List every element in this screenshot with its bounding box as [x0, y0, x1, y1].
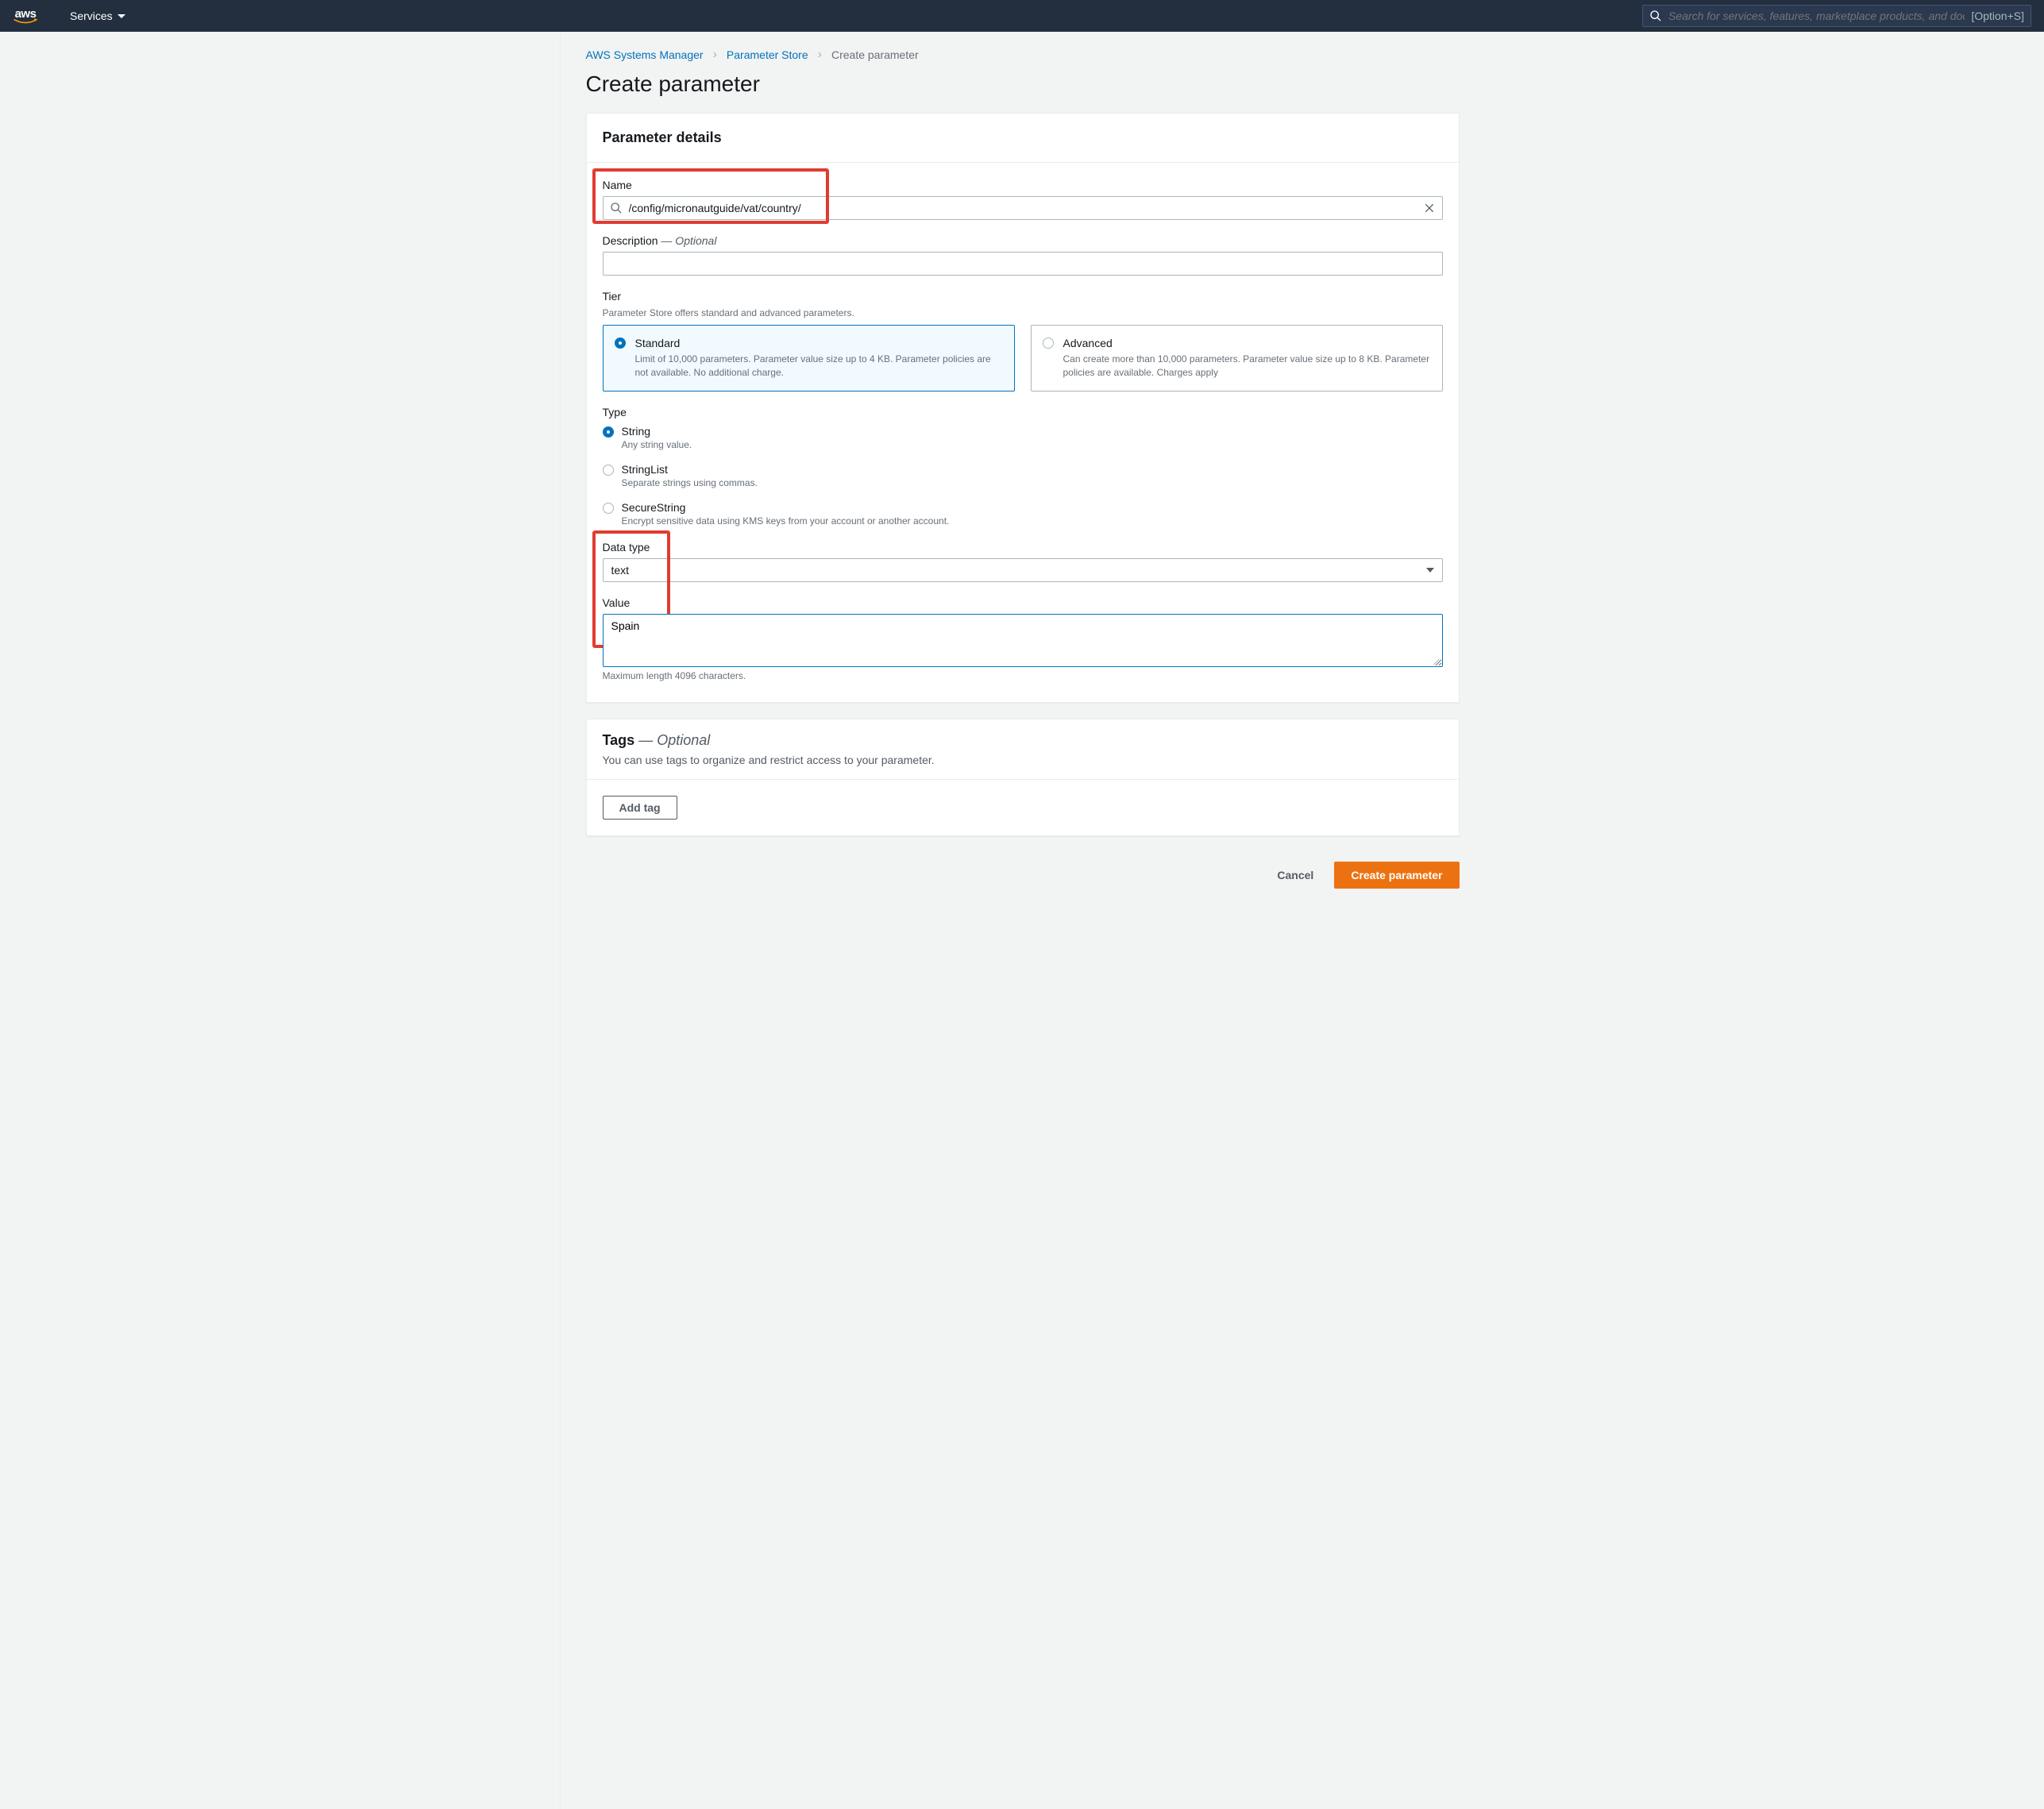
- type-stringlist-radio[interactable]: StringList Separate strings using commas…: [603, 463, 1443, 488]
- create-parameter-button[interactable]: Create parameter: [1334, 862, 1459, 889]
- chevron-down-icon: [118, 14, 125, 18]
- tier-standard-title: Standard: [635, 337, 1003, 349]
- search-icon: [610, 202, 623, 214]
- datatype-select[interactable]: text: [603, 558, 1443, 582]
- aws-logo[interactable]: aws: [13, 8, 38, 25]
- datatype-label: Data type: [603, 541, 1443, 554]
- tier-standard-desc: Limit of 10,000 parameters. Parameter va…: [635, 353, 1003, 380]
- radio-icon: [603, 465, 614, 476]
- value-textarea[interactable]: [611, 619, 1434, 659]
- name-input[interactable]: [629, 202, 1417, 214]
- breadcrumb: AWS Systems Manager › Parameter Store › …: [561, 32, 1485, 71]
- type-string-label: String: [622, 425, 692, 438]
- value-textarea-wrapper: [603, 614, 1443, 667]
- tier-label: Tier: [603, 290, 1443, 303]
- type-string-desc: Any string value.: [622, 439, 692, 450]
- type-label: Type: [603, 406, 1443, 418]
- search-shortcut: [Option+S]: [1971, 10, 2024, 22]
- value-label: Value: [603, 596, 1443, 609]
- radio-icon: [1043, 338, 1054, 349]
- description-input-wrapper: [603, 252, 1443, 276]
- top-nav: aws Services [Option+S]: [0, 0, 2044, 32]
- tier-advanced-title: Advanced: [1063, 337, 1431, 349]
- breadcrumb-chevron-icon: ›: [818, 48, 822, 62]
- breadcrumb-chevron-icon: ›: [713, 48, 717, 62]
- search-icon: [1649, 10, 1662, 22]
- chevron-down-icon: [1426, 568, 1434, 573]
- breadcrumb-current: Create parameter: [831, 48, 919, 61]
- radio-icon: [603, 503, 614, 514]
- tags-optional: — Optional: [634, 732, 710, 748]
- resize-handle-icon[interactable]: [1433, 657, 1440, 665]
- name-label: Name: [603, 179, 1443, 191]
- radio-icon: [615, 338, 626, 349]
- parameter-details-panel: Parameter details Name: [586, 113, 1460, 703]
- tags-panel: Tags — Optional You can use tags to orga…: [586, 719, 1460, 836]
- tags-title: Tags: [603, 732, 635, 748]
- cancel-button[interactable]: Cancel: [1266, 862, 1325, 888]
- name-input-wrapper: [603, 196, 1443, 220]
- type-securestring-desc: Encrypt sensitive data using KMS keys fr…: [622, 515, 950, 526]
- page-title: Create parameter: [561, 71, 1485, 113]
- tier-advanced-desc: Can create more than 10,000 parameters. …: [1063, 353, 1431, 380]
- tier-standard-card[interactable]: Standard Limit of 10,000 parameters. Par…: [603, 325, 1015, 392]
- value-helper: Maximum length 4096 characters.: [603, 670, 1443, 681]
- add-tag-button[interactable]: Add tag: [603, 796, 677, 820]
- breadcrumb-root[interactable]: AWS Systems Manager: [586, 48, 704, 61]
- description-label: Description — Optional: [603, 234, 1443, 247]
- global-search-input[interactable]: [1668, 10, 1965, 22]
- services-label: Services: [70, 10, 113, 22]
- type-stringlist-label: StringList: [622, 463, 758, 476]
- footer-actions: Cancel Create parameter: [561, 852, 1485, 914]
- description-input[interactable]: [610, 257, 1436, 270]
- tier-helper: Parameter Store offers standard and adva…: [603, 307, 1443, 318]
- tier-advanced-card[interactable]: Advanced Can create more than 10,000 par…: [1031, 325, 1443, 392]
- breadcrumb-parameter-store[interactable]: Parameter Store: [727, 48, 808, 61]
- datatype-value: text: [611, 564, 630, 577]
- type-securestring-label: SecureString: [622, 501, 950, 514]
- tags-desc: You can use tags to organize and restric…: [603, 754, 1443, 766]
- radio-icon: [603, 426, 614, 438]
- type-string-radio[interactable]: String Any string value.: [603, 425, 1443, 450]
- panel-title-details: Parameter details: [603, 129, 1443, 146]
- type-securestring-radio[interactable]: SecureString Encrypt sensitive data usin…: [603, 501, 1443, 526]
- clear-icon[interactable]: [1423, 202, 1436, 214]
- services-menu[interactable]: Services: [70, 10, 125, 22]
- type-stringlist-desc: Separate strings using commas.: [622, 477, 758, 488]
- global-search[interactable]: [Option+S]: [1642, 5, 2031, 27]
- aws-logo-swoosh: [13, 18, 38, 25]
